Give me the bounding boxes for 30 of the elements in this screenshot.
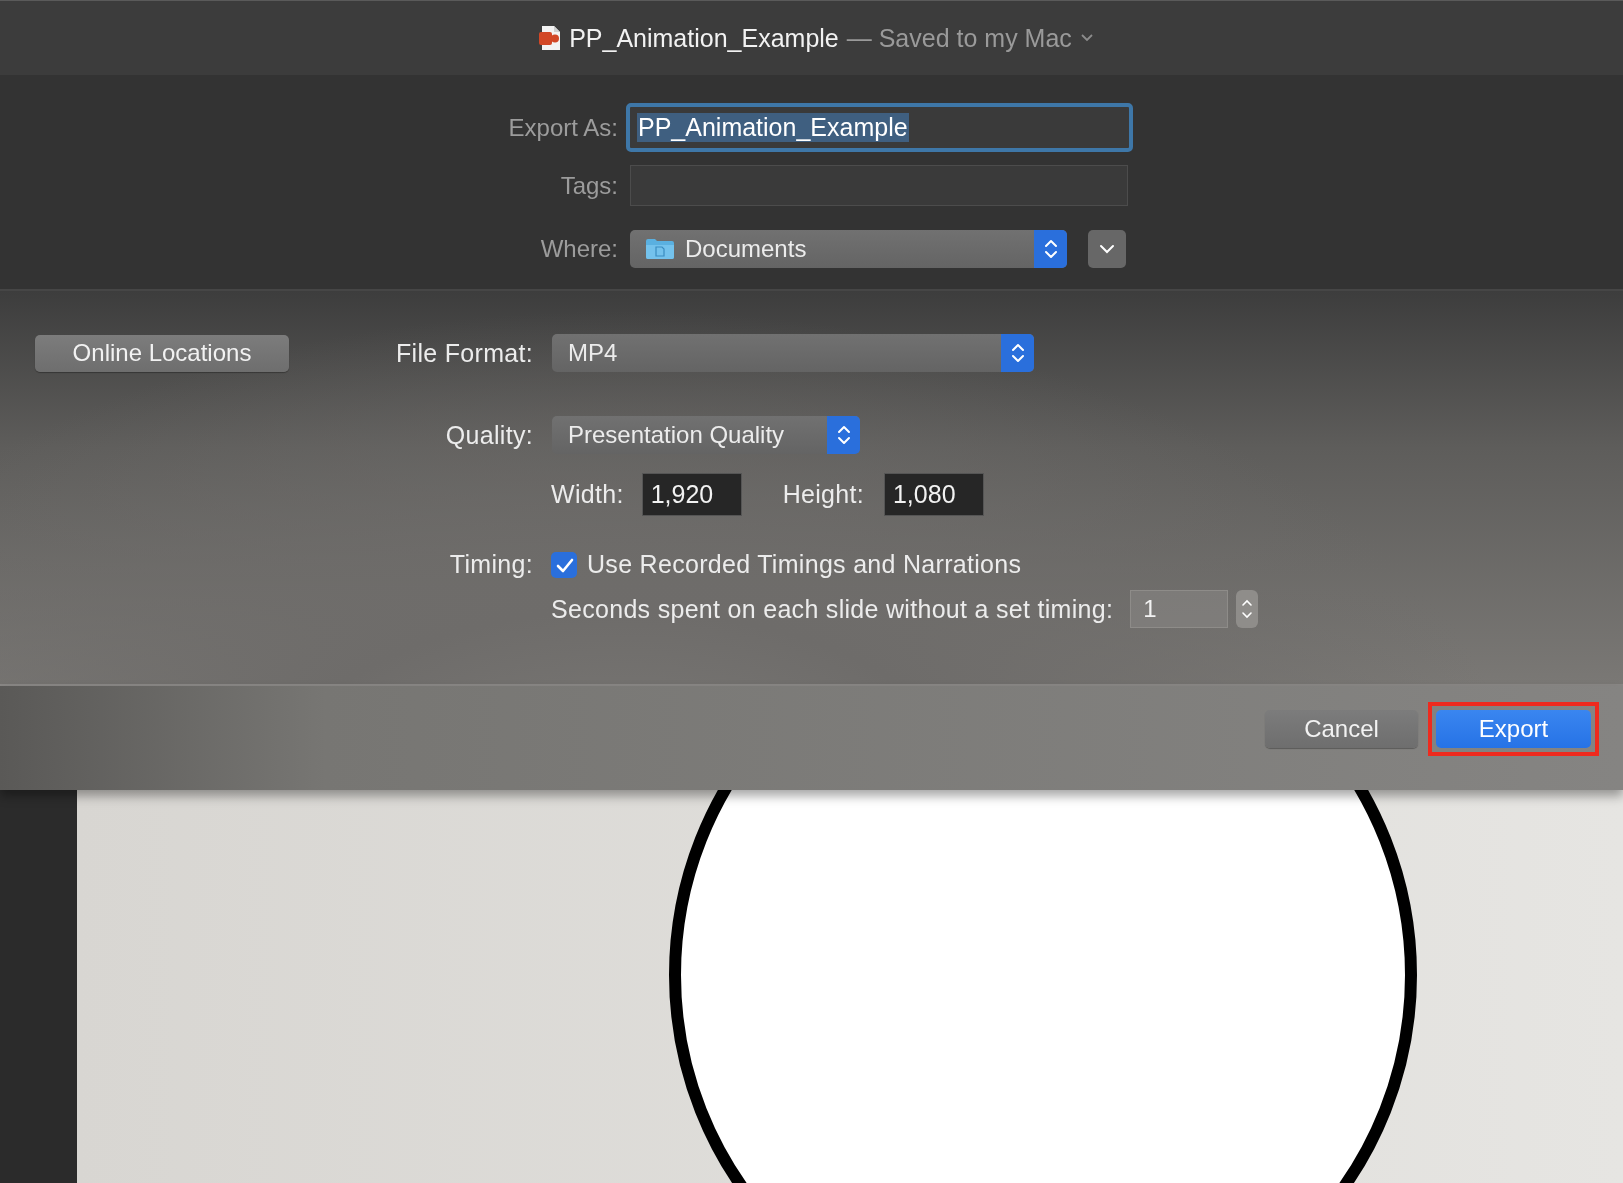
field-label: Where: (539, 235, 618, 263)
field-label: File Format: (396, 338, 533, 368)
chevron-icon (1079, 33, 1094, 43)
seconds-field[interactable]: 1 (1130, 590, 1229, 628)
field-label: Seconds spent on each slide without a set timing: (551, 594, 1114, 624)
field-label: Quality: (445, 420, 533, 450)
online-locations-button[interactable]: Online Locations (35, 334, 289, 372)
stepper-button[interactable] (1236, 590, 1259, 628)
field-label: Height: (782, 479, 864, 510)
save-status: — Saved to my Mac (846, 23, 1072, 53)
checkbox[interactable] (551, 551, 577, 578)
format-popup[interactable]: MP4 (552, 334, 1034, 372)
field-label: Export As: (507, 113, 618, 142)
filename-field[interactable]: PP_Animation_Example (626, 103, 1133, 152)
field-label: Timing: (449, 550, 533, 579)
field-label: Width: (551, 480, 624, 509)
width-field[interactable]: 1,920 (641, 473, 742, 516)
tags-field[interactable] (630, 165, 1128, 206)
field-label: Tags: (559, 171, 618, 200)
cancel-button[interactable]: Cancel (1265, 710, 1418, 748)
location-popup[interactable]: Documents (630, 230, 1067, 268)
height-field[interactable]: 1,080 (883, 473, 984, 516)
folder-icon (645, 237, 675, 261)
document-icon (539, 25, 562, 51)
checkbox-label[interactable]: Use Recorded Timings and Narrations (587, 550, 1022, 579)
export-button[interactable]: Export (1436, 710, 1591, 748)
expand-button[interactable] (1088, 230, 1126, 268)
window-title: PP_Animation_Example (569, 23, 839, 53)
chevron-icon (1099, 244, 1115, 254)
quality-popup[interactable]: Presentation Quality (552, 416, 860, 454)
